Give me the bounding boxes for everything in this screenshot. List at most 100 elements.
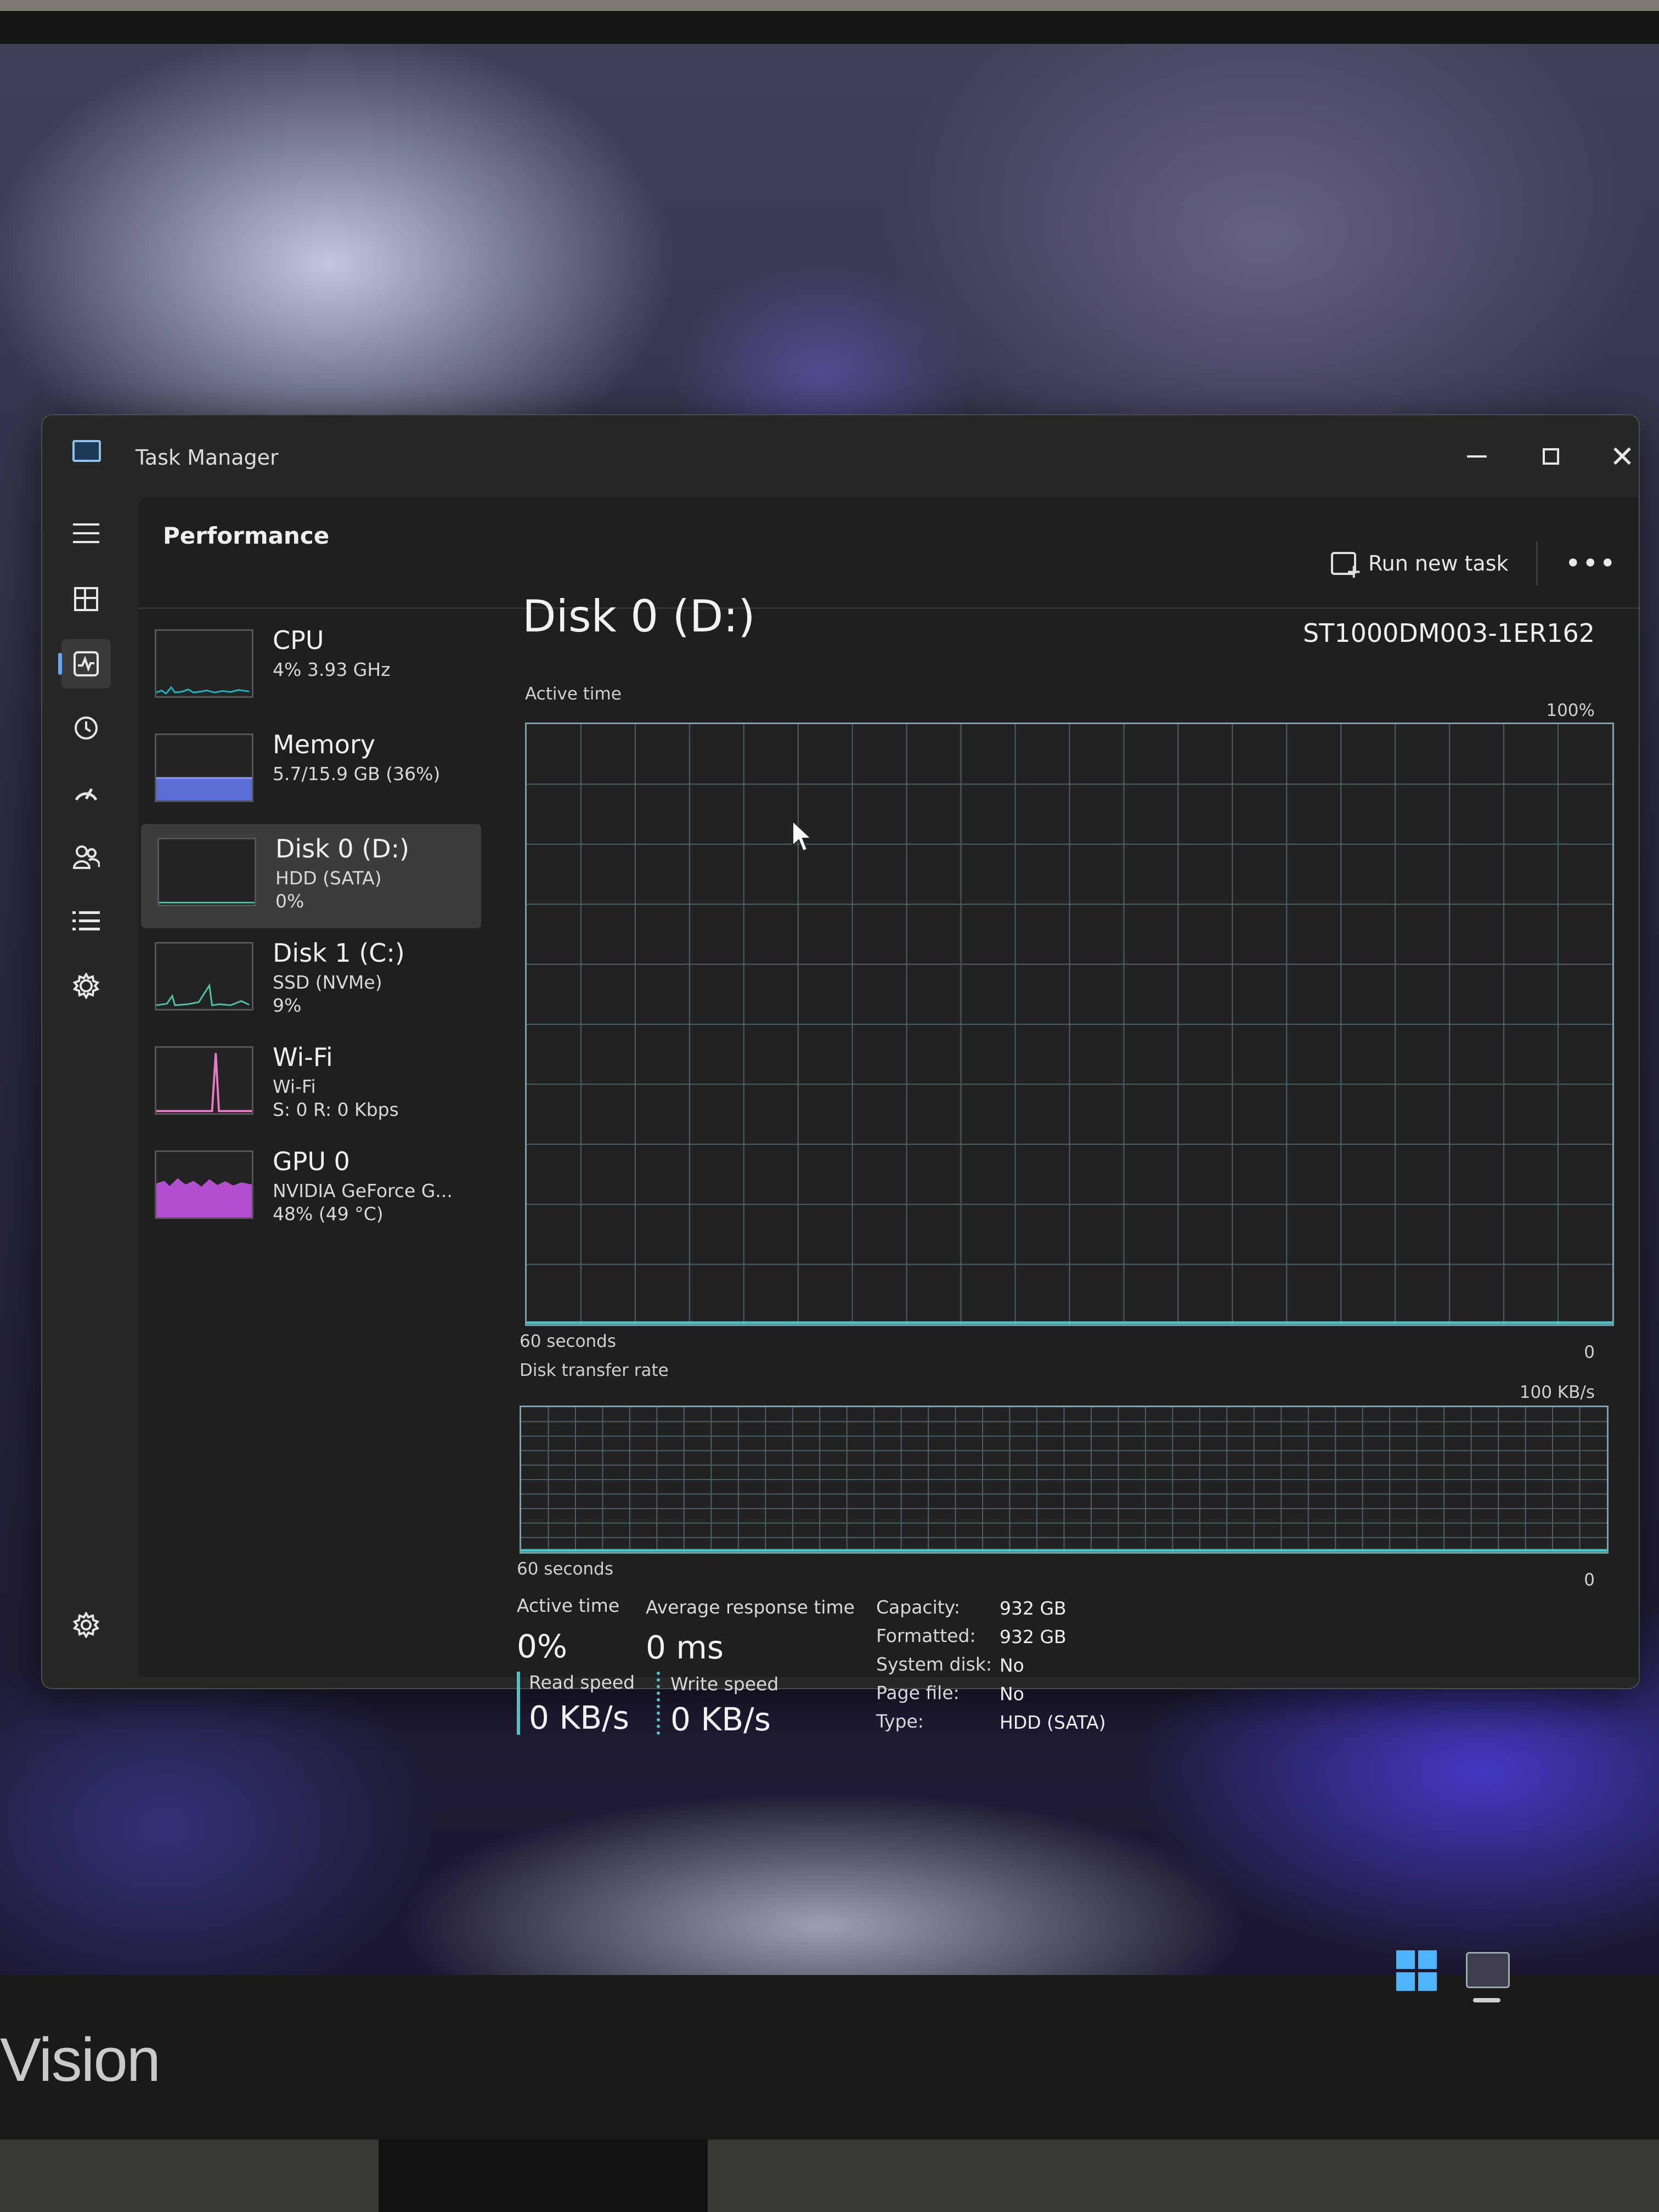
type-value: HDD (SATA) — [1000, 1712, 1106, 1733]
read-speed-indicator — [517, 1672, 520, 1735]
perf-item-name: CPU — [273, 625, 324, 655]
nav-startup-apps[interactable] — [61, 768, 111, 817]
disk0-thumbnail-graph — [157, 838, 256, 906]
page-file-value: No — [1000, 1683, 1024, 1705]
system-disk-value: No — [1000, 1655, 1024, 1676]
perf-item-name: Disk 0 (D:) — [275, 834, 410, 864]
nav-app-history[interactable] — [61, 703, 111, 753]
stat-active-time-label: Active time — [517, 1595, 620, 1616]
perf-item-disk1[interactable]: Disk 1 (C:) SSD (NVMe) 9% — [138, 928, 484, 1032]
content-area: Performance Run new task ••• CPU 4% 3.93… — [138, 498, 1639, 1738]
nav-settings[interactable] — [61, 1600, 111, 1650]
transfer-max-label: 100 KB/s — [1519, 1383, 1595, 1402]
transfer-graph-label: Disk transfer rate — [520, 1361, 669, 1380]
header-divider — [138, 607, 1639, 609]
perf-item-detail: 4% 3.93 GHz — [273, 659, 391, 680]
stat-avg-response-label: Average response time — [646, 1596, 855, 1618]
page-title: Performance — [163, 522, 330, 549]
perf-item-name: GPU 0 — [273, 1147, 350, 1176]
users-icon — [72, 845, 100, 869]
nav-users[interactable] — [61, 832, 111, 882]
nav-performance[interactable] — [58, 639, 111, 689]
start-button[interactable] — [1396, 1950, 1437, 1991]
minimize-icon — [1467, 455, 1487, 458]
performance-icon — [74, 651, 99, 676]
processes-icon — [74, 587, 98, 611]
minimize-button[interactable] — [1455, 437, 1499, 476]
formatted-label: Formatted: — [876, 1625, 976, 1646]
write-speed-label: Write speed — [670, 1673, 779, 1695]
formatted-value: 932 GB — [1000, 1626, 1066, 1647]
page-file-label: Page file: — [876, 1682, 960, 1703]
memory-thumbnail-graph — [155, 733, 253, 802]
active-time-max-label: 100% — [1546, 701, 1595, 720]
window-title: Task Manager — [136, 445, 279, 470]
gpu-thumbnail-graph — [155, 1150, 253, 1219]
perf-item-name: Disk 1 (C:) — [273, 938, 405, 968]
monitor-stand — [379, 2140, 708, 2212]
capacity-value: 932 GB — [1000, 1598, 1066, 1619]
app-history-icon — [75, 716, 98, 740]
perf-item-wifi[interactable]: Wi-Fi Wi-Fi S: 0 R: 0 Kbps — [138, 1032, 484, 1137]
perf-item-disk0[interactable]: Disk 0 (D:) HDD (SATA) 0% — [141, 824, 481, 928]
system-disk-label: System disk: — [876, 1654, 992, 1675]
perf-item-detail: 5.7/15.9 GB (36%) — [273, 763, 441, 785]
header-actions: Run new task ••• — [1320, 541, 1628, 585]
desk-surface — [0, 2140, 1659, 2212]
wifi-thumbnail-graph — [155, 1046, 253, 1115]
active-time-graph — [525, 723, 1614, 1326]
monitor-brand-label: Vision — [0, 2025, 161, 2094]
details-icon — [72, 911, 100, 930]
cpu-thumbnail-graph — [155, 629, 253, 698]
run-new-task-label: Run new task — [1368, 551, 1509, 575]
close-button[interactable]: ✕ — [1600, 437, 1644, 476]
write-speed-indicator — [657, 1672, 660, 1735]
perf-item-cpu[interactable]: CPU 4% 3.93 GHz — [138, 616, 484, 720]
transfer-min-label: 0 — [1584, 1570, 1595, 1590]
startup-apps-icon — [75, 788, 98, 801]
active-time-min-label: 0 — [1584, 1342, 1595, 1362]
nav-details[interactable] — [61, 896, 111, 946]
hamburger-menu-button[interactable] — [61, 509, 111, 558]
maximize-icon — [1543, 448, 1559, 465]
write-speed-value: 0 KB/s — [670, 1701, 771, 1738]
settings-icon — [73, 1612, 99, 1638]
read-speed-label: Read speed — [529, 1672, 635, 1693]
transfer-span-label: 60 seconds — [517, 1559, 614, 1579]
services-icon — [73, 973, 99, 999]
type-label: Type: — [876, 1711, 924, 1732]
disk-title: Disk 0 (D:) — [522, 591, 755, 642]
maximize-button[interactable] — [1529, 437, 1573, 476]
transfer-rate-graph — [520, 1406, 1609, 1554]
perf-item-detail: SSD (NVMe) 9% — [273, 972, 382, 1016]
perf-item-name: Memory — [273, 730, 376, 759]
perf-item-detail: Wi-Fi S: 0 R: 0 Kbps — [273, 1076, 399, 1120]
disk1-thumbnail-graph — [155, 942, 253, 1011]
hamburger-menu-icon — [73, 523, 99, 543]
more-options-button[interactable]: ••• — [1554, 548, 1628, 579]
run-task-icon — [1330, 552, 1362, 583]
task-manager-app-icon — [72, 440, 101, 462]
monitor-bezel-bottom — [0, 1975, 1659, 2140]
title-bar[interactable]: Task Manager ✕ — [42, 415, 1639, 498]
active-time-span-label: 60 seconds — [520, 1331, 617, 1351]
active-time-graph-label: Active time — [525, 684, 622, 704]
run-new-task-button[interactable]: Run new task — [1320, 546, 1520, 583]
navigation-rail — [42, 498, 130, 1683]
disk-model: ST1000DM003-1ER162 — [1303, 618, 1595, 648]
read-speed-value: 0 KB/s — [529, 1699, 629, 1736]
performance-list: CPU 4% 3.93 GHz Memory 5.7/15.9 GB (36%)… — [138, 616, 484, 1241]
nav-services[interactable] — [61, 961, 111, 1011]
mouse-pointer-icon — [792, 820, 812, 852]
perf-item-detail: HDD (SATA) 0% — [275, 867, 382, 912]
perf-item-name: Wi-Fi — [273, 1042, 333, 1072]
perf-item-gpu0[interactable]: GPU 0 NVIDIA GeForce G... 48% (49 °C) — [138, 1137, 484, 1241]
perf-item-memory[interactable]: Memory 5.7/15.9 GB (36%) — [138, 720, 484, 824]
taskbar-task-manager-icon[interactable] — [1466, 1952, 1510, 1988]
nav-processes[interactable] — [61, 574, 111, 624]
task-manager-window: Task Manager ✕ Performance + Run new tas… — [41, 414, 1640, 1738]
stat-avg-response-value: 0 ms — [646, 1629, 724, 1666]
perf-item-detail: NVIDIA GeForce G... 48% (49 °C) — [273, 1180, 453, 1224]
toolbar-separator — [1536, 541, 1538, 585]
capacity-label: Capacity: — [876, 1596, 960, 1618]
